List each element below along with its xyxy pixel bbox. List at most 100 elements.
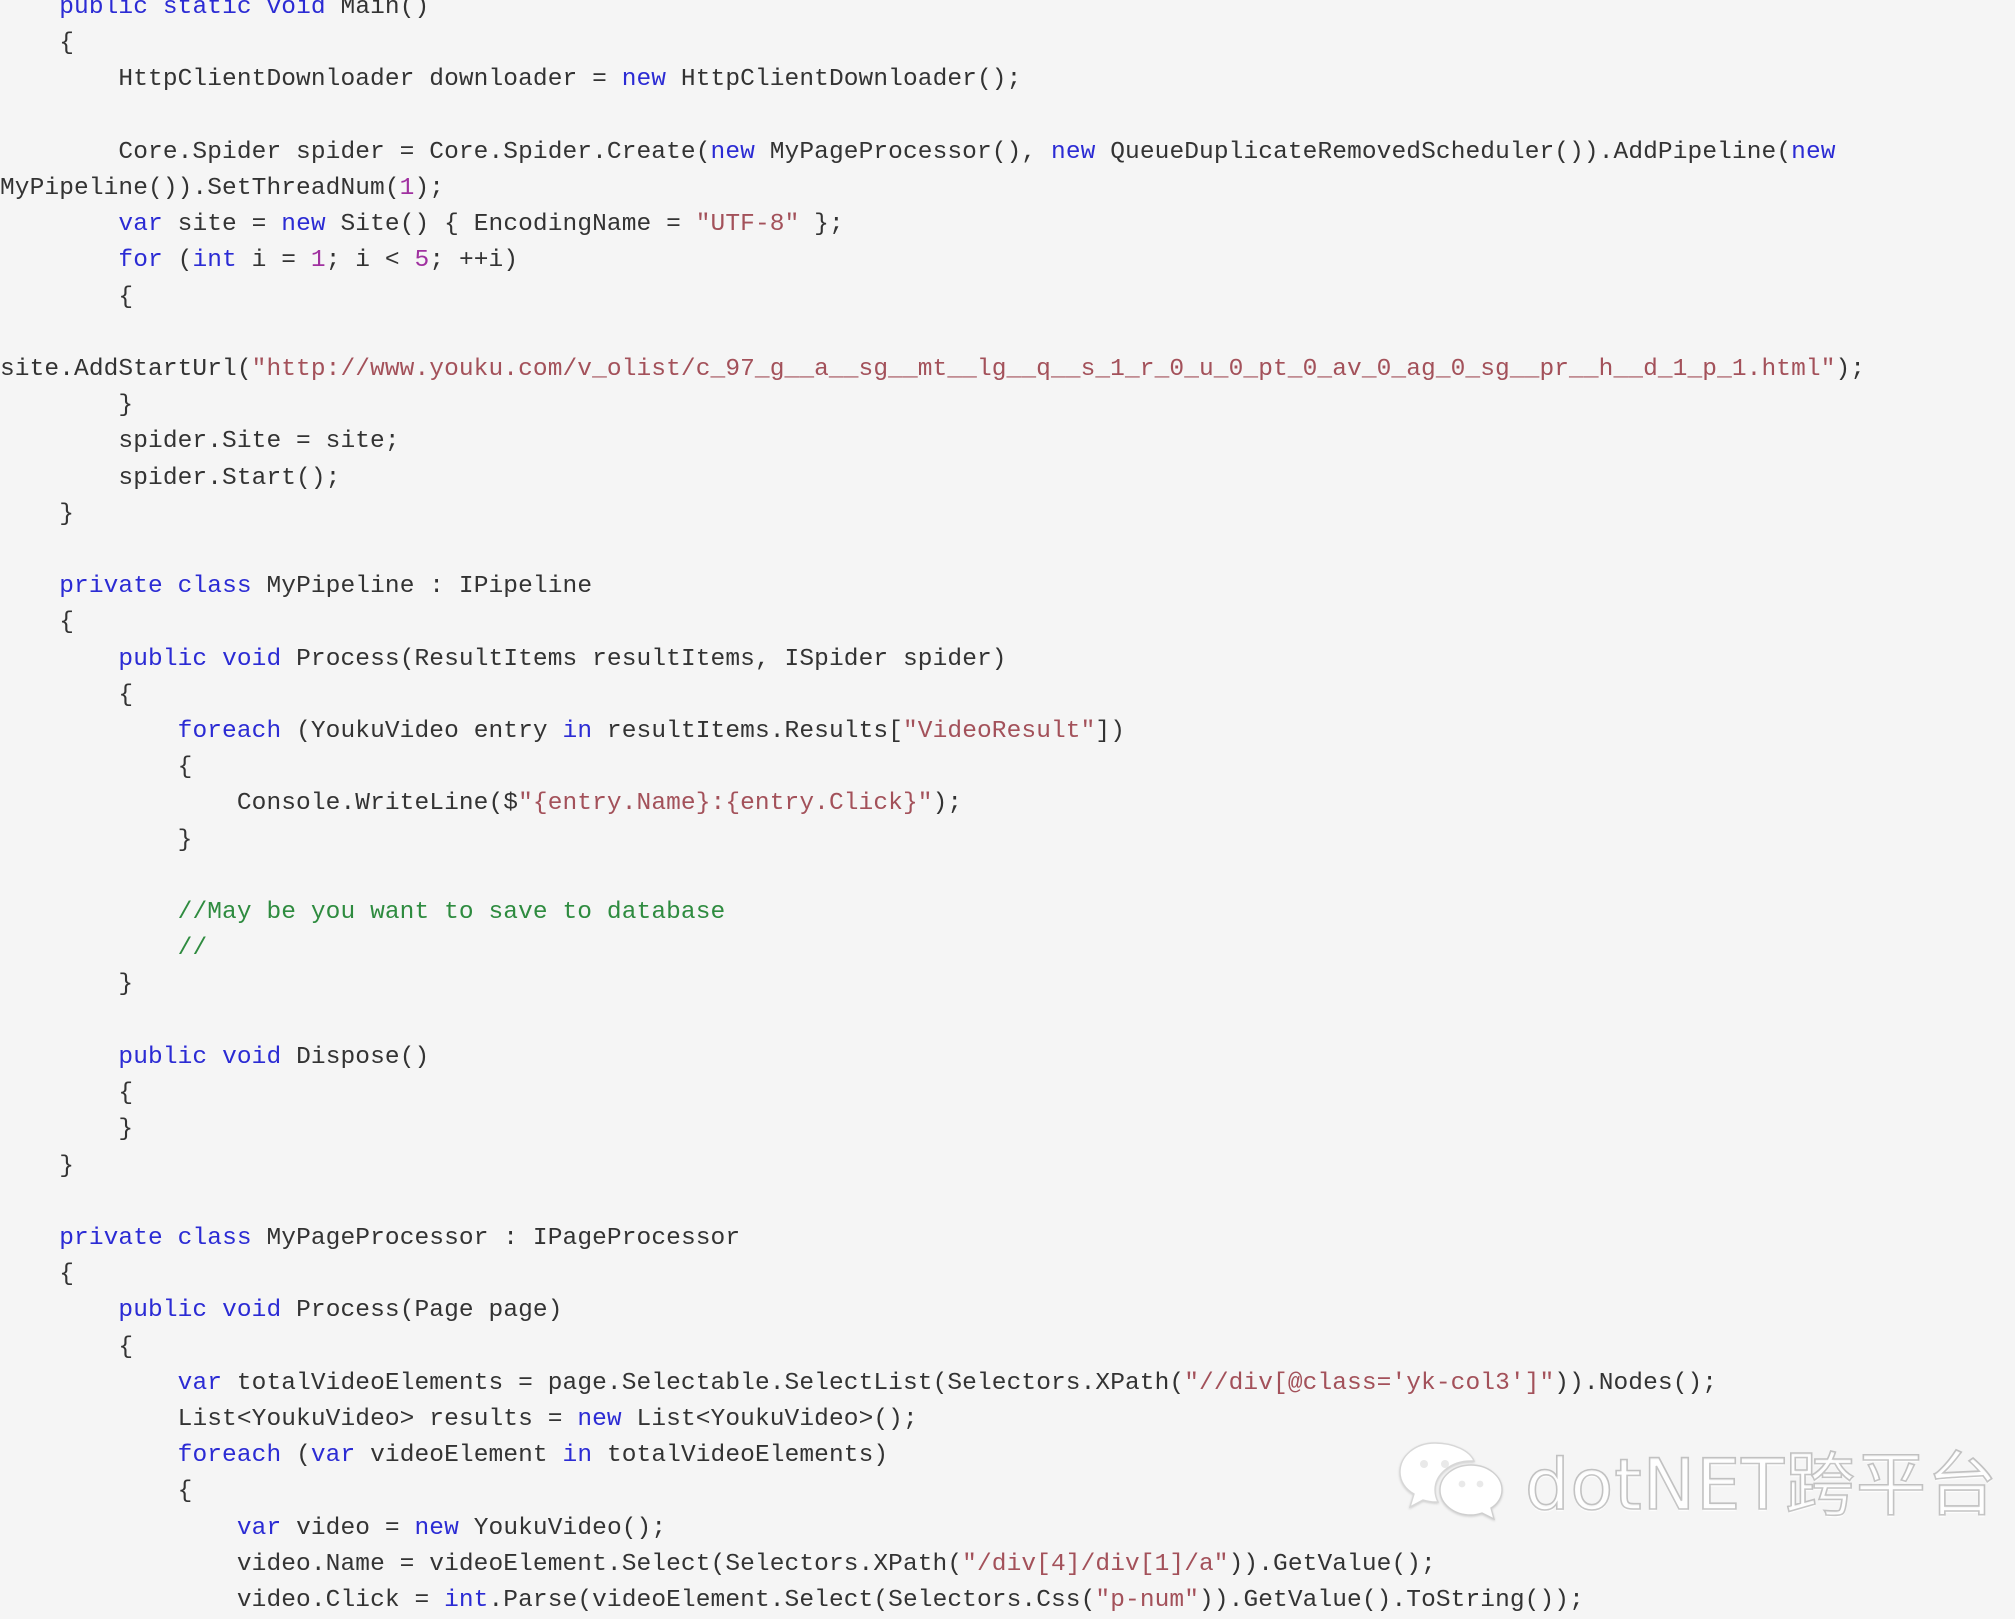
code-line: site.AddStartUrl("http://www.youku.com/v… [0,316,2015,388]
code-token-pln: )).GetValue().ToString()); [1199,1586,1584,1614]
code-token-kw: var [177,1369,223,1397]
code-line: Console.WriteLine($"{entry.Name}:{entry.… [0,786,2015,822]
code-token-pln: { [118,1080,134,1108]
code-token-pln: { [59,1261,75,1289]
code-token-pln: Main() [325,0,430,21]
code-token-kw: foreach [177,718,282,746]
code-token-kw: static [162,0,252,21]
code-token-pln: Dispose() [281,1043,430,1071]
code-token-pln: .Parse(videoElement.Select(Selectors.Css… [488,1586,1096,1614]
code-token-kw: var [236,1514,282,1542]
code-line: private class MyPipeline : IPipeline [0,569,2015,605]
code-token-pln: } [177,826,193,854]
code-line: foreach (YoukuVideo entry in resultItems… [0,714,2015,750]
code-token-pln: { [177,1478,193,1506]
code-line: { [0,1076,2015,1112]
code-token-pln: }; [799,211,844,239]
code-line: var site = new Site() { EncodingName = "… [0,207,2015,243]
code-token-pln: Process(Page page) [281,1297,563,1325]
code-token-num: 5 [414,247,430,275]
code-line: public void Process(ResultItems resultIt… [0,642,2015,678]
code-token-kw: void [222,645,282,673]
code-token-kw: var [118,211,163,239]
code-token-pln: site = [162,211,282,239]
code-token-kw: new [621,66,667,94]
code-token-kw: for [118,247,163,275]
code-token-str: "VideoResult" [902,718,1096,746]
code-line: spider.Start(); [0,461,2015,497]
code-line: { [0,750,2015,786]
code-line: { [0,280,2015,316]
code-token-str: "UTF-8" [695,211,800,239]
code-line: { [0,1474,2015,1510]
code-token-pln: ; i < [325,247,415,275]
code-token-kw: void [266,0,326,21]
code-token-pln: List<YoukuVideo> results = [177,1405,578,1433]
code-token-pln: ); [932,790,963,818]
code-token-pln: ; ++i) [429,247,519,275]
code-token-pln: { [118,1333,134,1361]
code-token-kw: int [444,1586,489,1614]
code-token-pln [207,1044,222,1071]
code-token-pln: MyPipeline : IPipeline [251,573,593,601]
code-token-pln: } [59,1152,75,1180]
code-token-pln: HttpClientDownloader downloader = [118,66,622,94]
code-token-kw: public [118,1297,208,1325]
code-token-pln: Console.WriteLine($ [236,790,519,818]
code-token-pln: List<YoukuVideo>(); [621,1405,918,1433]
code-token-pln: { [59,30,75,58]
code-token-pln [148,0,163,21]
code-token-pln: } [118,392,134,420]
code-line: } [0,388,2015,424]
code-token-pln: spider.Site = site; [118,428,400,456]
code-token-kw: new [1051,138,1096,166]
code-token-pln [163,573,178,600]
code-token-pln: totalVideoElements = page.Selectable.Sel… [222,1369,1185,1397]
code-line: { [0,605,2015,641]
code-token-pln: { [177,754,193,782]
code-token-kw: public [59,0,149,21]
code-line: public void Dispose() [0,1040,2015,1076]
code-token-num: 1 [310,247,326,275]
code-token-str: "/div[4]/div[1]/a" [962,1550,1229,1578]
code-line: public static void Main() [0,0,2015,26]
code-token-pln: site.AddStartUrl( [0,356,252,384]
code-token-pln: video.Name = videoElement.Select(Selecto… [236,1550,963,1578]
code-token-pln: totalVideoElements) [592,1442,889,1470]
code-token-kw: new [577,1405,622,1433]
code-line: List<YoukuVideo> results = new List<Youk… [0,1402,2015,1438]
code-token-pln: { [118,681,134,709]
code-line: var totalVideoElements = page.Selectable… [0,1366,2015,1402]
code-line: } [0,1149,2015,1185]
code-token-kw: new [414,1514,459,1542]
code-token-cmt: // [177,935,208,963]
code-token-pln: { [59,609,75,637]
code-token-pln: i = [236,247,311,275]
code-token-pln: videoElement [355,1442,563,1470]
code-token-kw: new [281,211,326,239]
